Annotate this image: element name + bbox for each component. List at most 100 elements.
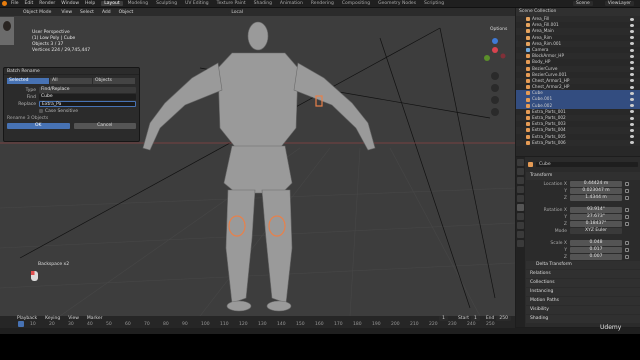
output-tab-icon[interactable] bbox=[517, 177, 524, 184]
data-tab-icon[interactable] bbox=[517, 231, 524, 238]
view-layer-selector[interactable]: ViewLayer bbox=[604, 1, 634, 6]
replace-input[interactable]: Extra_Pa bbox=[39, 101, 136, 107]
motion-paths-section[interactable]: Motion Paths bbox=[526, 297, 640, 305]
object-tab-icon[interactable] bbox=[517, 204, 524, 211]
location-x-field[interactable]: 0.44424 m bbox=[570, 181, 622, 187]
tab-objects[interactable]: Objects bbox=[93, 78, 136, 84]
visibility-eye-icon[interactable] bbox=[630, 91, 634, 95]
case-sensitive-checkbox[interactable]: Case Sensitive bbox=[39, 108, 136, 114]
transform-section-header[interactable]: Transform bbox=[526, 172, 640, 180]
lock-icon[interactable] bbox=[625, 182, 629, 186]
modifier-tab-icon[interactable] bbox=[517, 213, 524, 220]
view-layer-tab-icon[interactable] bbox=[517, 186, 524, 193]
visibility-eye-icon[interactable] bbox=[630, 67, 634, 71]
visibility-eye-icon[interactable] bbox=[630, 29, 634, 33]
location-y-field[interactable]: 0.023047 m bbox=[570, 188, 622, 194]
add-menu[interactable]: Add bbox=[99, 10, 114, 15]
visibility-eye-icon[interactable] bbox=[630, 42, 634, 46]
view-menu[interactable]: View bbox=[58, 10, 75, 15]
rotation-z-field[interactable]: 0.18437° bbox=[570, 221, 622, 227]
type-dropdown[interactable]: Find/Replace bbox=[39, 87, 136, 93]
visibility-eye-icon[interactable] bbox=[630, 85, 634, 89]
rotation-y-field[interactable]: 27.673° bbox=[570, 214, 622, 220]
collections-section[interactable]: Collections bbox=[526, 279, 640, 287]
visibility-eye-icon[interactable] bbox=[630, 141, 634, 145]
constraint-tab-icon[interactable] bbox=[517, 222, 524, 229]
visibility-section[interactable]: Visibility bbox=[526, 306, 640, 314]
outliner-item[interactable]: Extra_Parts_006 bbox=[516, 139, 640, 146]
workspace-tab-layout[interactable]: Layout bbox=[101, 1, 123, 6]
timeline-ruler[interactable]: 10 20 30 40 50 60 70 80 90 100 110 120 130 140 150 160 1… bbox=[0, 321, 515, 328]
visibility-eye-icon[interactable] bbox=[630, 73, 634, 77]
material-tab-icon[interactable] bbox=[517, 240, 524, 247]
workspace-tab-uv-editing[interactable]: UV Editing bbox=[182, 1, 211, 6]
lock-icon[interactable] bbox=[625, 241, 629, 245]
workspace-tab-shading[interactable]: Shading bbox=[251, 1, 275, 6]
3d-viewport[interactable]: Object Mode View Select Add Object Local… bbox=[0, 8, 515, 316]
visibility-eye-icon[interactable] bbox=[630, 98, 634, 102]
rotation-x-field[interactable]: 93.914° bbox=[570, 207, 622, 213]
mode-selector[interactable]: Object Mode bbox=[20, 9, 55, 15]
shading-section[interactable]: Shading bbox=[526, 315, 640, 323]
workspace-tab-compositing[interactable]: Compositing bbox=[339, 1, 373, 6]
lock-icon[interactable] bbox=[625, 196, 629, 200]
options-dropdown[interactable]: Options bbox=[490, 27, 507, 32]
menu-render[interactable]: Render bbox=[39, 1, 55, 6]
visibility-eye-icon[interactable] bbox=[630, 135, 634, 139]
tab-all[interactable]: All bbox=[50, 78, 93, 84]
visibility-eye-icon[interactable] bbox=[630, 17, 634, 21]
blender-logo-icon[interactable] bbox=[2, 1, 7, 6]
playhead[interactable] bbox=[18, 321, 24, 327]
visibility-eye-icon[interactable] bbox=[630, 128, 634, 132]
timeline-panel[interactable]: Playback Keying View Marker 1 Start 1 En… bbox=[0, 316, 515, 328]
start-frame-field[interactable]: 1 bbox=[470, 316, 480, 321]
lock-icon[interactable] bbox=[625, 255, 629, 259]
orientation-selector[interactable]: Local bbox=[228, 9, 246, 15]
scene-selector[interactable]: Scene bbox=[573, 1, 593, 6]
visibility-eye-icon[interactable] bbox=[630, 104, 634, 108]
object-name-field[interactable]: Cube bbox=[536, 162, 638, 167]
lock-icon[interactable] bbox=[625, 215, 629, 219]
lock-icon[interactable] bbox=[625, 248, 629, 252]
visibility-eye-icon[interactable] bbox=[630, 23, 634, 27]
visibility-eye-icon[interactable] bbox=[630, 79, 634, 83]
ok-button[interactable]: OK bbox=[7, 123, 70, 129]
tool-tab-icon[interactable] bbox=[517, 159, 524, 166]
select-menu[interactable]: Select bbox=[77, 10, 97, 15]
workspace-tab-scripting[interactable]: Scripting bbox=[421, 1, 447, 6]
find-input[interactable]: Cube bbox=[39, 94, 136, 100]
workspace-tab-animation[interactable]: Animation bbox=[277, 1, 306, 6]
view-menu[interactable]: View bbox=[65, 316, 82, 321]
visibility-eye-icon[interactable] bbox=[630, 60, 634, 64]
visibility-eye-icon[interactable] bbox=[630, 48, 634, 52]
scene-tab-icon[interactable] bbox=[517, 195, 524, 202]
delta-transform-section[interactable]: Delta Transform bbox=[526, 261, 640, 269]
menu-window[interactable]: Window bbox=[61, 1, 79, 6]
menu-help[interactable]: Help bbox=[85, 1, 95, 6]
scale-x-field[interactable]: 0.048 bbox=[570, 240, 622, 246]
current-frame-field[interactable]: 1 bbox=[439, 316, 448, 321]
workspace-tab-texture-paint[interactable]: Texture Paint bbox=[214, 1, 249, 6]
object-menu[interactable]: Object bbox=[116, 10, 137, 15]
workspace-tab-rendering[interactable]: Rendering bbox=[308, 1, 337, 6]
render-tab-icon[interactable] bbox=[517, 168, 524, 175]
workspace-tab-modeling[interactable]: Modeling bbox=[125, 1, 151, 6]
location-z-field[interactable]: 1.4344 m bbox=[570, 195, 622, 201]
rotation-mode-dropdown[interactable]: XYZ Euler bbox=[570, 228, 622, 234]
visibility-eye-icon[interactable] bbox=[630, 110, 634, 114]
relations-section[interactable]: Relations bbox=[526, 270, 640, 278]
marker-menu[interactable]: Marker bbox=[84, 316, 106, 321]
navigation-gizmo[interactable] bbox=[478, 36, 512, 136]
visibility-eye-icon[interactable] bbox=[630, 36, 634, 40]
lock-icon[interactable] bbox=[625, 189, 629, 193]
scale-z-field[interactable]: 0.007 bbox=[570, 254, 622, 260]
visibility-eye-icon[interactable] bbox=[630, 116, 634, 120]
lock-icon[interactable] bbox=[625, 222, 629, 226]
menu-file[interactable]: File bbox=[11, 1, 19, 6]
instancing-section[interactable]: Instancing bbox=[526, 288, 640, 296]
workspace-tab-sculpting[interactable]: Sculpting bbox=[153, 1, 180, 6]
visibility-eye-icon[interactable] bbox=[630, 122, 634, 126]
lock-icon[interactable] bbox=[625, 208, 629, 212]
menu-edit[interactable]: Edit bbox=[25, 1, 34, 6]
visibility-eye-icon[interactable] bbox=[630, 54, 634, 58]
